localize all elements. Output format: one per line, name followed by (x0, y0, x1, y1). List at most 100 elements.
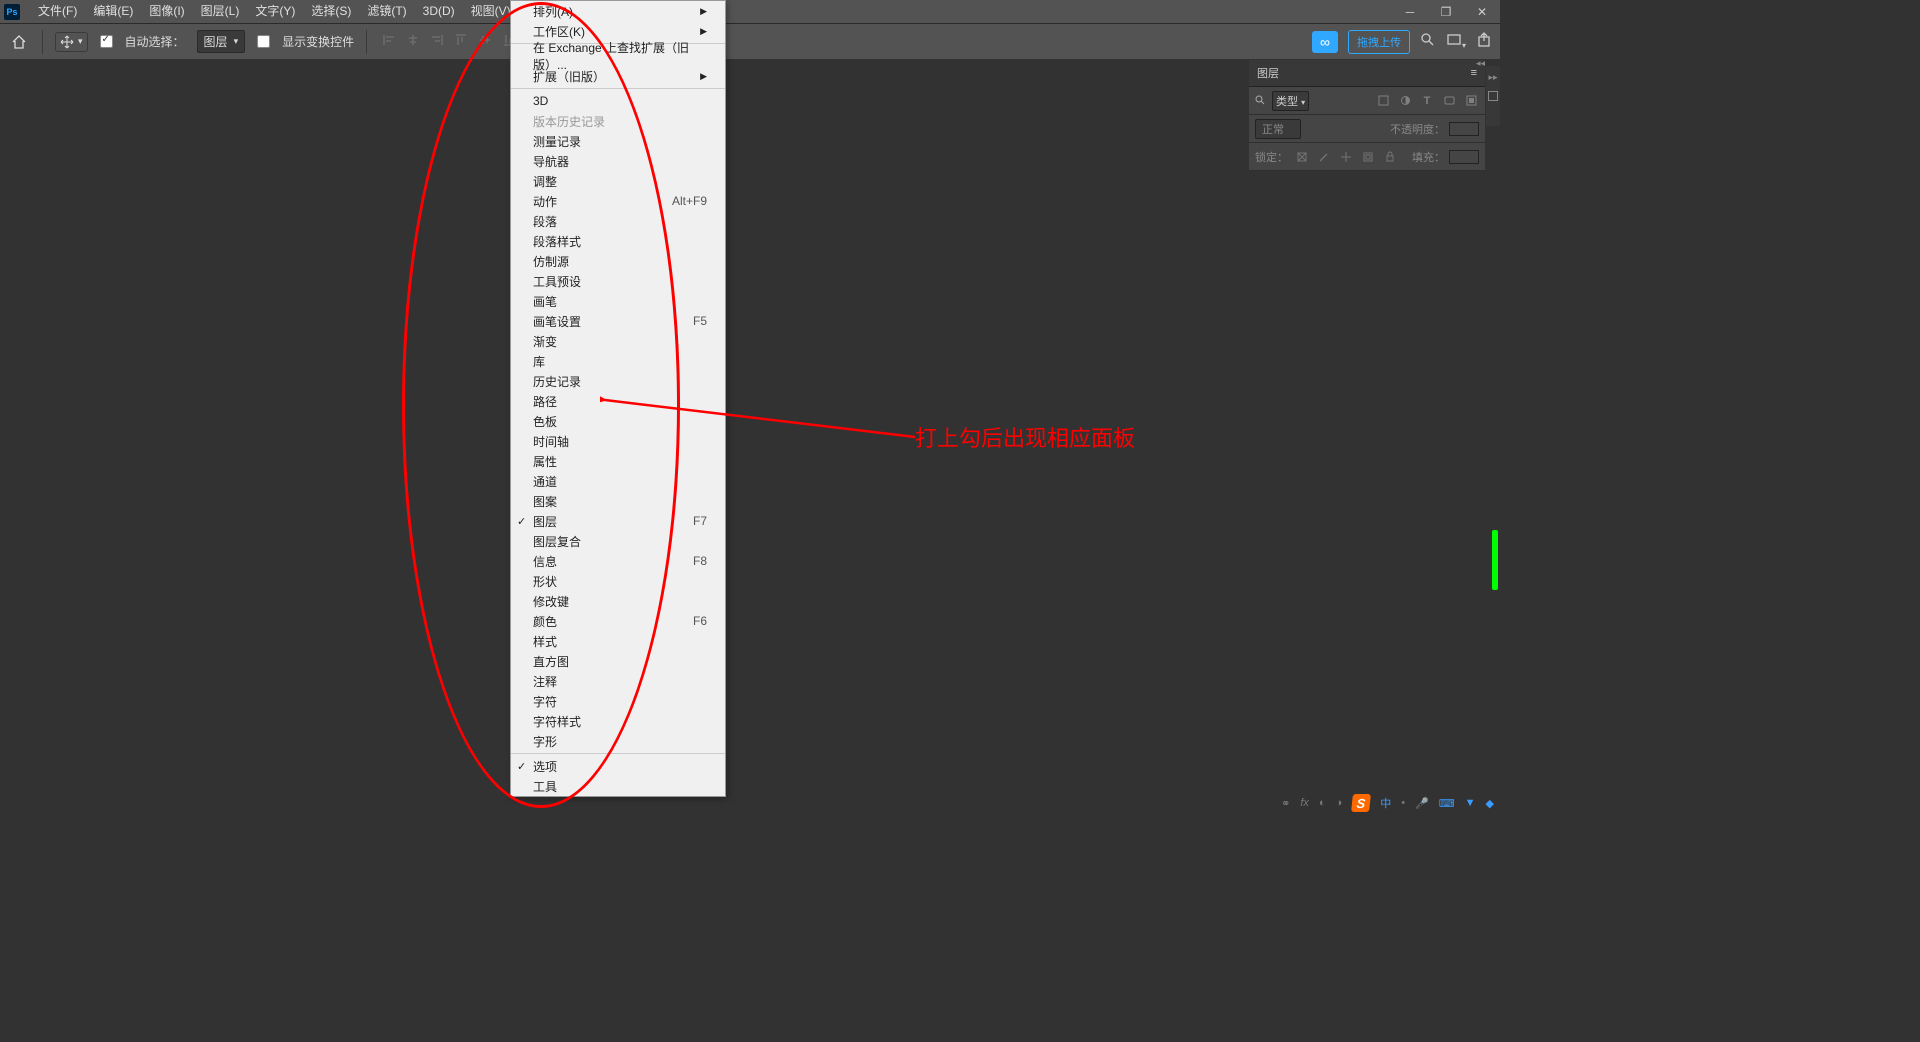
menu-item[interactable]: 色板 (511, 411, 725, 431)
menu-text[interactable]: 文字(Y) (247, 0, 303, 23)
sogou-ime-icon[interactable]: S (1351, 794, 1371, 812)
menu-item-label: 形状 (533, 573, 557, 590)
home-button[interactable] (8, 31, 30, 53)
tray-icon-3[interactable]: ◆ (1486, 797, 1494, 810)
filter-text-icon[interactable]: T (1419, 93, 1435, 109)
menu-item[interactable]: 颜色F6 (511, 611, 725, 631)
menu-item[interactable]: 动作Alt+F9 (511, 191, 725, 211)
filter-search-icon[interactable] (1255, 95, 1266, 106)
drag-upload-button[interactable]: 拖拽上传 (1348, 30, 1410, 54)
menu-item[interactable]: 调整 (511, 171, 725, 191)
lock-brush-icon[interactable] (1316, 149, 1332, 165)
filter-type-dropdown[interactable]: 类型 ▾ (1272, 91, 1309, 111)
menu-item[interactable]: 在 Exchange 上查找扩展（旧版）... (511, 46, 725, 66)
menu-item[interactable]: 工作区(K)▶ (511, 21, 725, 41)
align-left-icon[interactable] (379, 30, 399, 50)
show-transform-label: 显示变换控件 (282, 33, 354, 50)
fill-field[interactable] (1449, 150, 1479, 164)
restore-button[interactable]: ❐ (1432, 3, 1460, 21)
filter-adjust-icon[interactable] (1397, 93, 1413, 109)
adjustment-icon[interactable]: ◑ (1336, 797, 1343, 809)
tray-icon-1[interactable]: • (1401, 797, 1405, 809)
lock-artboard-icon[interactable] (1360, 149, 1376, 165)
mask-icon[interactable]: ◐ (1319, 797, 1326, 809)
fx-icon[interactable]: fx (1300, 797, 1309, 809)
auto-select-checkbox[interactable] (100, 35, 113, 48)
cloud-sync-button[interactable]: ∞ (1312, 31, 1338, 53)
menu-item[interactable]: 路径 (511, 391, 725, 411)
menu-item[interactable]: 字符样式 (511, 711, 725, 731)
lock-pixels-icon[interactable] (1294, 149, 1310, 165)
menu-item[interactable]: 工具预设 (511, 271, 725, 291)
menu-item[interactable]: 库 (511, 351, 725, 371)
align-top-icon[interactable] (451, 30, 471, 50)
menu-item[interactable]: 历史记录 (511, 371, 725, 391)
minimize-button[interactable]: ─ (1396, 3, 1424, 21)
menu-item[interactable]: 属性 (511, 451, 725, 471)
lock-position-icon[interactable] (1338, 149, 1354, 165)
menu-item[interactable]: 字符 (511, 691, 725, 711)
filter-smart-icon[interactable] (1463, 93, 1479, 109)
filter-pixel-icon[interactable] (1375, 93, 1391, 109)
menu-item[interactable]: 排列(A)▶ (511, 1, 725, 21)
menu-item[interactable]: 画笔设置F5 (511, 311, 725, 331)
menu-item-label: 库 (533, 353, 545, 370)
layers-panel-header[interactable]: 图层 ≡ (1249, 60, 1485, 87)
menu-item[interactable]: 段落 (511, 211, 725, 231)
menu-item[interactable]: 段落样式 (511, 231, 725, 251)
lock-all-icon[interactable] (1382, 149, 1398, 165)
menu-item[interactable]: 测量记录 (511, 131, 725, 151)
menu-select[interactable]: 选择(S) (303, 0, 359, 23)
menu-item-label: 图层复合 (533, 533, 581, 550)
menu-item[interactable]: 工具 (511, 776, 725, 796)
menu-3d[interactable]: 3D(D) (415, 0, 463, 23)
align-vcenter-icon[interactable] (475, 30, 495, 50)
menu-item[interactable]: 直方图 (511, 651, 725, 671)
menu-item[interactable]: 图层复合 (511, 531, 725, 551)
menu-item[interactable]: 通道 (511, 471, 725, 491)
mic-icon[interactable]: 🎤 (1415, 797, 1429, 810)
move-tool-indicator[interactable]: ▾ (55, 32, 88, 52)
menu-item[interactable]: 样式 (511, 631, 725, 651)
menu-item[interactable]: 图案 (511, 491, 725, 511)
menu-item[interactable]: 仿制源 (511, 251, 725, 271)
menu-layer[interactable]: 图层(L) (193, 0, 248, 23)
menu-item[interactable]: 信息F8 (511, 551, 725, 571)
menu-item[interactable]: 画笔 (511, 291, 725, 311)
blend-mode-dropdown[interactable]: 正常 (1255, 119, 1301, 139)
menu-item[interactable]: 扩展（旧版）▶ (511, 66, 725, 86)
link-icon[interactable]: ⚭ (1281, 797, 1290, 810)
collapse-panels-icon[interactable]: ◂◂ (1476, 58, 1485, 69)
align-right-icon[interactable] (427, 30, 447, 50)
dock-panel-icon[interactable] (1488, 91, 1498, 101)
menu-filter[interactable]: 滤镜(T) (359, 0, 414, 23)
filter-shape-icon[interactable] (1441, 93, 1457, 109)
menu-item[interactable]: 注释 (511, 671, 725, 691)
menu-item[interactable]: 修改键 (511, 591, 725, 611)
menu-item-label: 颜色 (533, 613, 557, 630)
opacity-field[interactable] (1449, 122, 1479, 136)
screen-mode-icon[interactable]: ▾ (1446, 32, 1466, 51)
collapsed-panel-dock[interactable]: ▸▸ (1486, 66, 1500, 126)
menu-item[interactable]: ✓选项 (511, 756, 725, 776)
close-button[interactable]: ✕ (1468, 3, 1496, 21)
expand-dock-icon[interactable]: ▸▸ (1488, 72, 1497, 83)
menu-item[interactable]: 字形 (511, 731, 725, 751)
keyboard-icon[interactable]: ⌨ (1439, 797, 1455, 810)
menu-item[interactable]: 导航器 (511, 151, 725, 171)
menu-file[interactable]: 文件(F) (30, 0, 85, 23)
tray-icon-2[interactable]: ▼ (1465, 797, 1476, 809)
menu-image[interactable]: 图像(I) (141, 0, 192, 23)
share-icon[interactable] (1476, 32, 1492, 51)
menu-edit[interactable]: 编辑(E) (85, 0, 141, 23)
menu-item[interactable]: 渐变 (511, 331, 725, 351)
menu-item[interactable]: 3D (511, 91, 725, 111)
ime-lang-indicator[interactable]: 中 (1380, 795, 1391, 811)
menu-item[interactable]: ✓图层F7 (511, 511, 725, 531)
menu-item[interactable]: 形状 (511, 571, 725, 591)
menu-item[interactable]: 时间轴 (511, 431, 725, 451)
align-hcenter-icon[interactable] (403, 30, 423, 50)
auto-select-target-dropdown[interactable]: 图层▾ (197, 30, 246, 53)
show-transform-checkbox[interactable] (257, 35, 270, 48)
search-icon[interactable] (1420, 32, 1436, 51)
